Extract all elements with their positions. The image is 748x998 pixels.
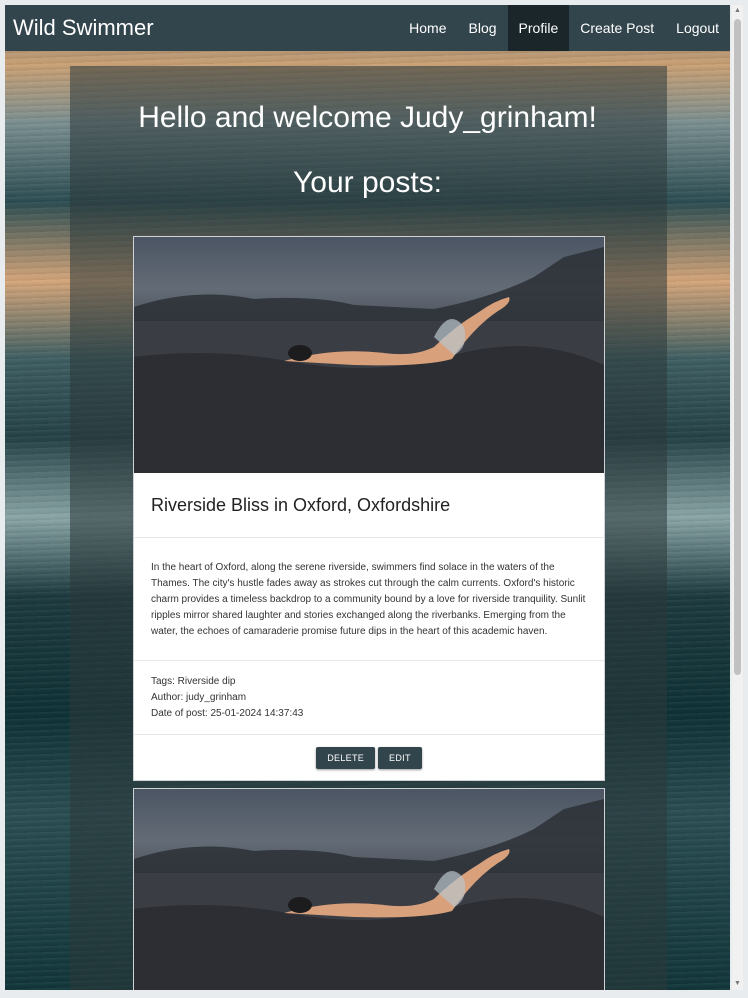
post-card [133,788,605,990]
post-card: Riverside Bliss in Oxford, Oxfordshire I… [133,236,605,781]
nav-links: Home Blog Profile Create Post Logout [398,5,730,51]
post-image [134,237,604,473]
nav-blog[interactable]: Blog [458,5,508,51]
scrollbar[interactable]: ▲ ▼ [732,5,743,990]
post-date: Date of post: 25-01-2024 14:37:43 [151,708,304,719]
scrollbar-thumb[interactable] [734,19,741,675]
welcome-heading: Hello and welcome Judy_grinham! [138,101,597,134]
navbar: Wild Swimmer Home Blog Profile Create Po… [5,5,730,51]
nav-create-post[interactable]: Create Post [569,5,665,51]
scroll-down-icon[interactable]: ▼ [732,978,743,990]
delete-button[interactable]: DELETE [316,746,376,769]
nav-logout[interactable]: Logout [665,5,730,51]
brand-logo[interactable]: Wild Swimmer [13,15,154,41]
scroll-up-icon[interactable]: ▲ [732,5,743,17]
nav-profile[interactable]: Profile [507,5,570,51]
post-author: Author: judy_grinham [151,692,247,703]
post-body: In the heart of Oxford, along the serene… [134,538,604,661]
post-meta: Tags: Riverside dip Author: judy_grinham… [134,661,604,735]
post-actions: DELETE EDIT [134,735,604,780]
post-tags: Tags: Riverside dip [151,676,236,687]
browser-viewport: Hello and welcome Judy_grinham! Your pos… [5,5,730,990]
post-title: Riverside Bliss in Oxford, Oxfordshire [134,473,604,538]
post-image [134,789,604,990]
edit-button[interactable]: EDIT [378,746,422,769]
nav-home[interactable]: Home [398,5,457,51]
posts-heading: Your posts: [293,166,442,199]
